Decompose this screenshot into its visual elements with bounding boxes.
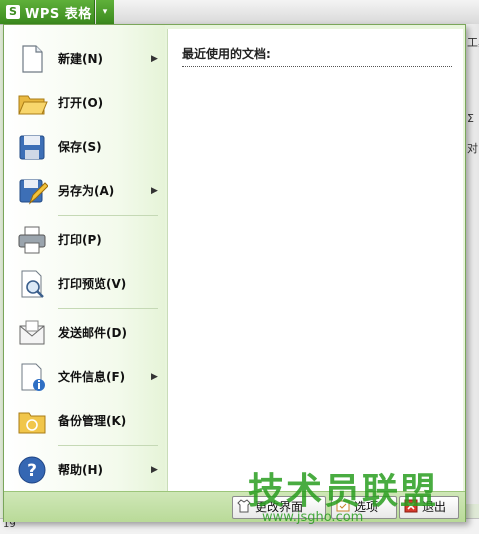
menu-item-label: 另存为(A) [58,184,115,198]
menu-item-label: 文件信息(F) [58,370,126,384]
ribbon-edge: 工具 Σ 对 [464,24,479,504]
options-button[interactable]: 选项 [331,496,397,519]
file-menu-commands: 新建(N) ▶ 打开(O) 保存(S) 另存为(A) ▶ 打印(P) 打印预览(… [4,25,165,491]
menu-item-save-as[interactable]: 另存为(A) ▶ [4,169,165,213]
open-folder-icon [18,95,48,115]
change-interface-label: 更改界面 [255,500,304,514]
file-menu-bottom-bar: 更改界面 选项 退出 [4,491,465,522]
change-interface-button[interactable]: 更改界面 [232,496,326,519]
wps-app-menu-button[interactable]: S WPS 表格 [0,0,95,24]
recent-documents-title: 最近使用的文档: [182,45,452,67]
menu-item-label: 打印(P) [58,233,102,247]
save-disk-icon [19,135,45,160]
menu-item-label: 打印预览(V) [58,277,127,291]
svg-text:?: ? [27,461,37,481]
menu-item-label: 打开(O) [58,96,104,110]
menu-item-print-preview[interactable]: 打印预览(V) [4,262,165,306]
recent-documents-panel: 最近使用的文档: [167,29,463,491]
file-menu: 新建(N) ▶ 打开(O) 保存(S) 另存为(A) ▶ 打印(P) 打印预览(… [3,24,466,522]
ribbon-fragment-align[interactable]: 对 [467,140,478,156]
menu-separator [58,308,158,309]
file-info-icon [21,363,45,391]
backup-folder-icon [18,412,46,434]
ribbon-fragment-tools[interactable]: 工具 [467,34,479,50]
submenu-arrow-icon: ▶ [151,465,158,475]
submenu-arrow-icon: ▶ [151,54,158,64]
ribbon-fragment-sum[interactable]: Σ [467,112,474,125]
new-document-icon [22,45,43,73]
exit-label: 退出 [422,500,447,514]
save-as-icon [19,179,48,205]
wps-logo-icon: S [6,5,20,19]
shirt-icon [237,499,251,513]
options-icon [336,500,350,512]
submenu-arrow-icon: ▶ [151,372,158,382]
menu-item-backup[interactable]: 备份管理(K) [4,399,165,443]
submenu-arrow-icon: ▶ [151,186,158,196]
menu-item-save[interactable]: 保存(S) [4,125,165,169]
menu-item-file-info[interactable]: 文件信息(F) ▶ [4,355,165,399]
menu-item-print[interactable]: 打印(P) [4,218,165,262]
menu-separator [58,215,158,216]
exit-button[interactable]: 退出 [399,496,459,519]
menu-item-label: 发送邮件(D) [58,326,127,340]
menu-item-new[interactable]: 新建(N) ▶ [4,37,165,81]
help-icon: ? [18,456,46,484]
app-menu-dropdown-arrow[interactable]: ▾ [96,0,114,24]
printer-icon [18,226,46,254]
app-title: WPS 表格 [25,6,92,22]
menu-item-send-mail[interactable]: 发送邮件(D) [4,311,165,355]
options-label: 选项 [354,500,379,514]
print-preview-icon [21,270,44,298]
menu-separator [58,445,158,446]
menu-item-label: 保存(S) [58,140,102,154]
menu-item-open[interactable]: 打开(O) [4,81,165,125]
menu-item-label: 备份管理(K) [58,414,127,428]
exit-icon [404,499,418,513]
menu-item-label: 帮助(H) [58,463,104,477]
menu-item-label: 新建(N) [58,52,104,66]
mail-envelope-icon [19,320,45,345]
menu-item-help[interactable]: ? 帮助(H) ▶ [4,448,165,492]
